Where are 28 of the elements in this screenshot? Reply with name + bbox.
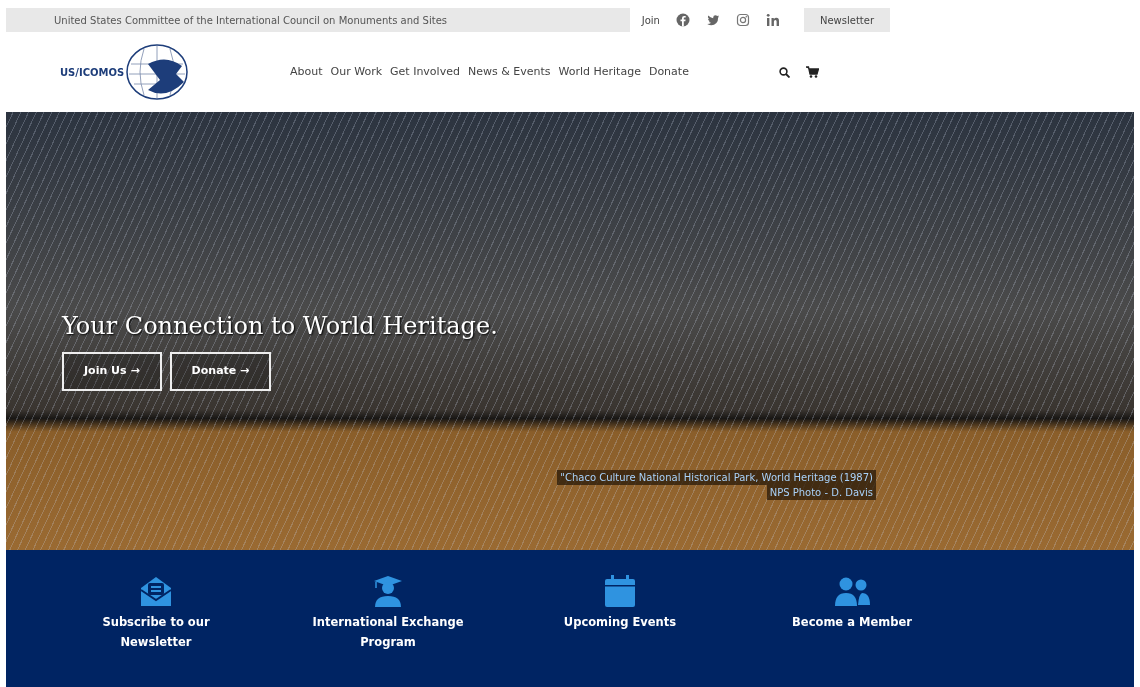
facebook-icon[interactable]	[675, 13, 690, 27]
hero-button[interactable]: Donate →	[169, 352, 272, 391]
newsletter-link[interactable]: Newsletter	[803, 12, 890, 28]
linkedin-icon[interactable]	[765, 13, 780, 27]
nav-link-item[interactable]: About	[290, 63, 323, 81]
nav-link-item[interactable]: Our Work	[330, 63, 383, 81]
join-link[interactable]: Join	[641, 12, 660, 28]
calendar-icon[interactable]	[602, 574, 638, 609]
cart-icon[interactable]	[805, 66, 819, 78]
search-icon[interactable]	[778, 66, 790, 78]
photo-caption: "Chaco Culture National Historical Park, World Heritage (1987)	[557, 470, 876, 485]
bird-icon[interactable]	[705, 13, 720, 27]
instagram-icon[interactable]	[735, 13, 750, 27]
hero-headline: Your Connection to World Heritage.	[62, 311, 498, 342]
logo-text[interactable]: US/ICOMOS	[60, 64, 125, 80]
feature-link[interactable]: International Exchange Program	[303, 613, 473, 653]
feature-link[interactable]: Subscribe to our Newsletter	[71, 613, 241, 653]
hero-button[interactable]: Join Us →	[62, 352, 162, 391]
nav-link-item[interactable]: World Heritage	[558, 63, 641, 81]
site-tagline: United States Committee of the International Council on Monuments and Sites	[53, 13, 448, 28]
envelope-icon[interactable]	[138, 574, 174, 609]
feature-link[interactable]: Become a Member	[767, 613, 937, 633]
feature-link[interactable]: Upcoming Events	[535, 613, 705, 633]
photo-caption: NPS Photo - D. Davis	[766, 485, 876, 500]
nav-link-item[interactable]: News & Events	[467, 63, 551, 81]
logo-globe-icon	[126, 44, 189, 100]
nav-link-item[interactable]: Donate	[648, 63, 689, 81]
nav-link-item[interactable]: Get Involved	[390, 63, 460, 81]
